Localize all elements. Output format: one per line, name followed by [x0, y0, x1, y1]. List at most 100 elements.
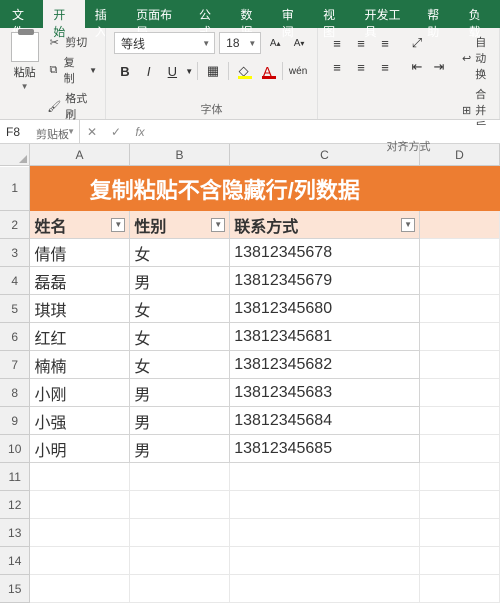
cell-name[interactable]: 小明	[30, 435, 130, 463]
cell-name[interactable]: 小刚	[30, 379, 130, 407]
tab-4[interactable]: 公式	[189, 0, 230, 28]
cell[interactable]	[230, 491, 420, 519]
cell-name[interactable]: 磊磊	[30, 267, 130, 295]
cell[interactable]	[420, 379, 500, 407]
cell[interactable]	[230, 463, 420, 491]
cell-contact[interactable]: 13812345681	[230, 323, 420, 351]
tab-0[interactable]: 文件	[2, 0, 43, 28]
tab-8[interactable]: 开发工具	[355, 0, 418, 28]
cell-gender[interactable]: 男	[130, 407, 230, 435]
tab-10[interactable]: 负载	[459, 0, 500, 28]
row-header-6[interactable]: 6	[0, 323, 30, 351]
cell-contact[interactable]: 13812345680	[230, 295, 420, 323]
align-bottom-button[interactable]: ≡	[374, 32, 396, 54]
tab-9[interactable]: 帮助	[417, 0, 458, 28]
align-right-button[interactable]: ≡	[374, 56, 396, 78]
header-name[interactable]: 姓名▼	[30, 211, 130, 239]
cell[interactable]	[420, 323, 500, 351]
row-header-11[interactable]: 11	[0, 463, 30, 491]
font-name-select[interactable]: 等线▼	[114, 32, 215, 54]
row-header-4[interactable]: 4	[0, 267, 30, 295]
cell[interactable]	[420, 491, 500, 519]
cell-name[interactable]: 红红	[30, 323, 130, 351]
cell[interactable]	[420, 463, 500, 491]
cell-gender[interactable]: 女	[130, 295, 230, 323]
filter-icon[interactable]: ▼	[111, 218, 125, 232]
row-header-10[interactable]: 10	[0, 435, 30, 463]
cell-contact[interactable]: 13812345683	[230, 379, 420, 407]
row-header-9[interactable]: 9	[0, 407, 30, 435]
cell[interactable]	[420, 211, 500, 239]
indent-increase-button[interactable]: ⇥	[428, 56, 450, 78]
cut-button[interactable]: ✂剪切	[47, 32, 97, 52]
font-size-select[interactable]: 18▼	[219, 32, 261, 54]
cell[interactable]	[130, 575, 230, 603]
cell[interactable]	[420, 239, 500, 267]
cell[interactable]	[130, 491, 230, 519]
cell[interactable]	[30, 519, 130, 547]
align-middle-button[interactable]: ≡	[350, 32, 372, 54]
italic-button[interactable]: I	[138, 60, 160, 82]
row-header-15[interactable]: 15	[0, 575, 30, 603]
phonetic-button[interactable]: wén	[287, 60, 309, 82]
cell[interactable]	[420, 519, 500, 547]
tab-6[interactable]: 审阅	[272, 0, 313, 28]
align-top-button[interactable]: ≡	[326, 32, 348, 54]
cell-gender[interactable]: 女	[130, 351, 230, 379]
cell[interactable]	[420, 167, 500, 211]
cell[interactable]	[420, 351, 500, 379]
cell[interactable]	[30, 463, 130, 491]
underline-button[interactable]: U	[161, 60, 183, 82]
row-header-14[interactable]: 14	[0, 547, 30, 575]
cell[interactable]	[420, 435, 500, 463]
header-gender[interactable]: 性别▼	[130, 211, 230, 239]
cell[interactable]	[30, 547, 130, 575]
cell-name[interactable]: 琪琪	[30, 295, 130, 323]
indent-decrease-button[interactable]: ⇤	[406, 56, 428, 78]
row-header-7[interactable]: 7	[0, 351, 30, 379]
cell-contact[interactable]: 13812345685	[230, 435, 420, 463]
paste-button[interactable]: 粘贴 ▼	[8, 32, 41, 91]
tab-3[interactable]: 页面布局	[126, 0, 189, 28]
row-header-13[interactable]: 13	[0, 519, 30, 547]
title-cell[interactable]: 复制粘贴不含隐藏行/列数据	[30, 167, 420, 211]
row-header-12[interactable]: 12	[0, 491, 30, 519]
cell-gender[interactable]: 男	[130, 379, 230, 407]
align-left-button[interactable]: ≡	[326, 56, 348, 78]
cell-contact[interactable]: 13812345679	[230, 267, 420, 295]
row-header-1[interactable]: 1	[0, 167, 30, 211]
cell[interactable]	[420, 547, 500, 575]
header-contact[interactable]: 联系方式▼	[230, 211, 420, 239]
filter-icon[interactable]: ▼	[401, 218, 415, 232]
name-box[interactable]: F8▼	[0, 120, 80, 143]
format-painter-button[interactable]: 🖌格式刷	[47, 88, 97, 124]
grow-font-button[interactable]: A▴	[265, 32, 285, 54]
cell[interactable]	[420, 267, 500, 295]
orientation-button[interactable]: ⤢	[406, 32, 428, 54]
cell[interactable]	[30, 575, 130, 603]
fx-button[interactable]: fx	[128, 125, 152, 139]
cell[interactable]	[420, 575, 500, 603]
cell-name[interactable]: 小强	[30, 407, 130, 435]
fill-color-button[interactable]: ◇	[233, 60, 255, 82]
cell-contact[interactable]: 13812345682	[230, 351, 420, 379]
copy-button[interactable]: ⧉复制▼	[47, 52, 97, 88]
cell-gender[interactable]: 女	[130, 239, 230, 267]
row-header-2[interactable]: 2	[0, 211, 30, 239]
select-all-corner[interactable]	[0, 144, 30, 166]
enter-button[interactable]: ✓	[104, 125, 128, 139]
row-header-3[interactable]: 3	[0, 239, 30, 267]
tab-7[interactable]: 视图	[313, 0, 354, 28]
cell-gender[interactable]: 男	[130, 435, 230, 463]
font-color-button[interactable]: A	[257, 60, 279, 82]
cell[interactable]	[230, 519, 420, 547]
row-header-5[interactable]: 5	[0, 295, 30, 323]
column-header-B[interactable]: B	[130, 144, 230, 166]
cell-name[interactable]: 楠楠	[30, 351, 130, 379]
cell[interactable]	[130, 547, 230, 575]
bold-button[interactable]: B	[114, 60, 136, 82]
cell-gender[interactable]: 女	[130, 323, 230, 351]
cell-gender[interactable]: 男	[130, 267, 230, 295]
align-center-button[interactable]: ≡	[350, 56, 372, 78]
cell-contact[interactable]: 13812345678	[230, 239, 420, 267]
